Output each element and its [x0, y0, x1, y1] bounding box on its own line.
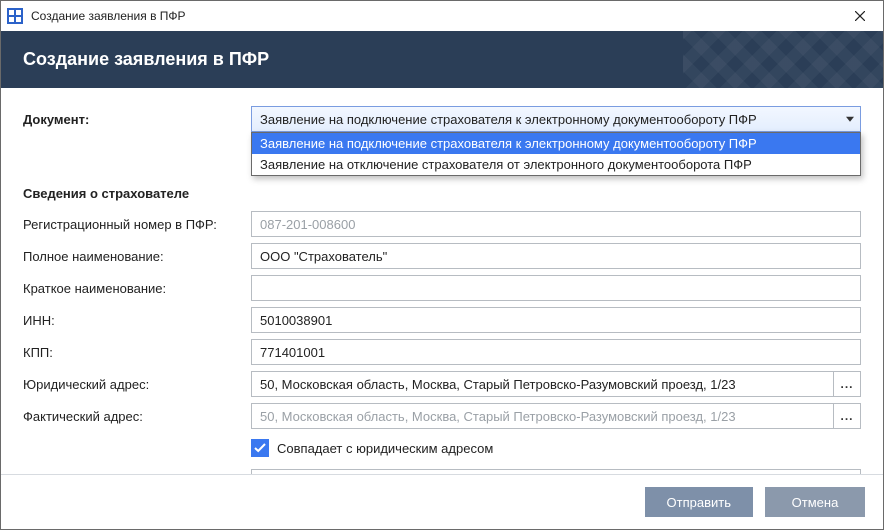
row-inn: ИНН: — [23, 307, 861, 333]
label-same-address: Совпадает с юридическим адресом — [277, 441, 493, 456]
input-phone[interactable] — [251, 469, 861, 474]
actual-address-picker-button[interactable]: ... — [833, 403, 861, 429]
checkbox-same-address[interactable] — [251, 439, 269, 457]
row-short-name: Краткое наименование: — [23, 275, 861, 301]
label-kpp: КПП: — [23, 345, 251, 360]
input-actual-address[interactable] — [251, 403, 833, 429]
titlebar: Создание заявления в ПФР — [1, 1, 883, 31]
cancel-button[interactable]: Отмена — [765, 487, 865, 517]
check-icon — [254, 443, 266, 453]
row-legal-address: Юридический адрес: ... — [23, 371, 861, 397]
footer: Отправить Отмена — [1, 474, 883, 529]
ellipsis-icon: ... — [840, 377, 853, 391]
label-document: Документ: — [23, 112, 251, 127]
ellipsis-icon: ... — [840, 409, 853, 423]
input-inn[interactable] — [251, 307, 861, 333]
row-actual-address: Фактический адрес: ... — [23, 403, 861, 429]
row-kpp: КПП: — [23, 339, 861, 365]
document-dropdown: Заявление на подключение страхователя к … — [251, 132, 861, 176]
document-option-disconnect[interactable]: Заявление на отключение страхователя от … — [252, 154, 860, 175]
document-select-value: Заявление на подключение страхователя к … — [260, 112, 757, 127]
legal-address-picker-button[interactable]: ... — [833, 371, 861, 397]
content-area: Документ: Заявление на подключение страх… — [1, 88, 883, 474]
close-icon — [855, 11, 865, 21]
field-document: Заявление на подключение страхователя к … — [251, 106, 861, 132]
window-close-button[interactable] — [837, 1, 883, 31]
row-full-name: Полное наименование: — [23, 243, 861, 269]
input-legal-address[interactable] — [251, 371, 833, 397]
input-short-name[interactable] — [251, 275, 861, 301]
document-option-connect[interactable]: Заявление на подключение страхователя к … — [252, 133, 860, 154]
document-select[interactable]: Заявление на подключение страхователя к … — [251, 106, 861, 132]
input-reg-number[interactable] — [251, 211, 861, 237]
section-insurer-title: Сведения о страхователе — [23, 186, 861, 201]
app-icon — [7, 8, 23, 24]
submit-button[interactable]: Отправить — [645, 487, 753, 517]
page-title: Создание заявления в ПФР — [23, 49, 269, 69]
row-phone: Телефон: — [23, 469, 861, 474]
row-reg-number: Регистрационный номер в ПФР: — [23, 211, 861, 237]
row-same-address: Совпадает с юридическим адресом — [23, 435, 861, 463]
window: Создание заявления в ПФР Создание заявле… — [0, 0, 884, 530]
input-full-name[interactable] — [251, 243, 861, 269]
window-title: Создание заявления в ПФР — [31, 9, 837, 23]
chevron-down-icon — [846, 117, 854, 122]
row-document: Документ: Заявление на подключение страх… — [23, 106, 861, 132]
label-full-name: Полное наименование: — [23, 249, 251, 264]
label-short-name: Краткое наименование: — [23, 281, 251, 296]
label-inn: ИНН: — [23, 313, 251, 328]
label-actual-address: Фактический адрес: — [23, 409, 251, 424]
input-kpp[interactable] — [251, 339, 861, 365]
label-legal-address: Юридический адрес: — [23, 377, 251, 392]
label-reg-number: Регистрационный номер в ПФР: — [23, 217, 251, 232]
page-header: Создание заявления в ПФР — [1, 31, 883, 88]
